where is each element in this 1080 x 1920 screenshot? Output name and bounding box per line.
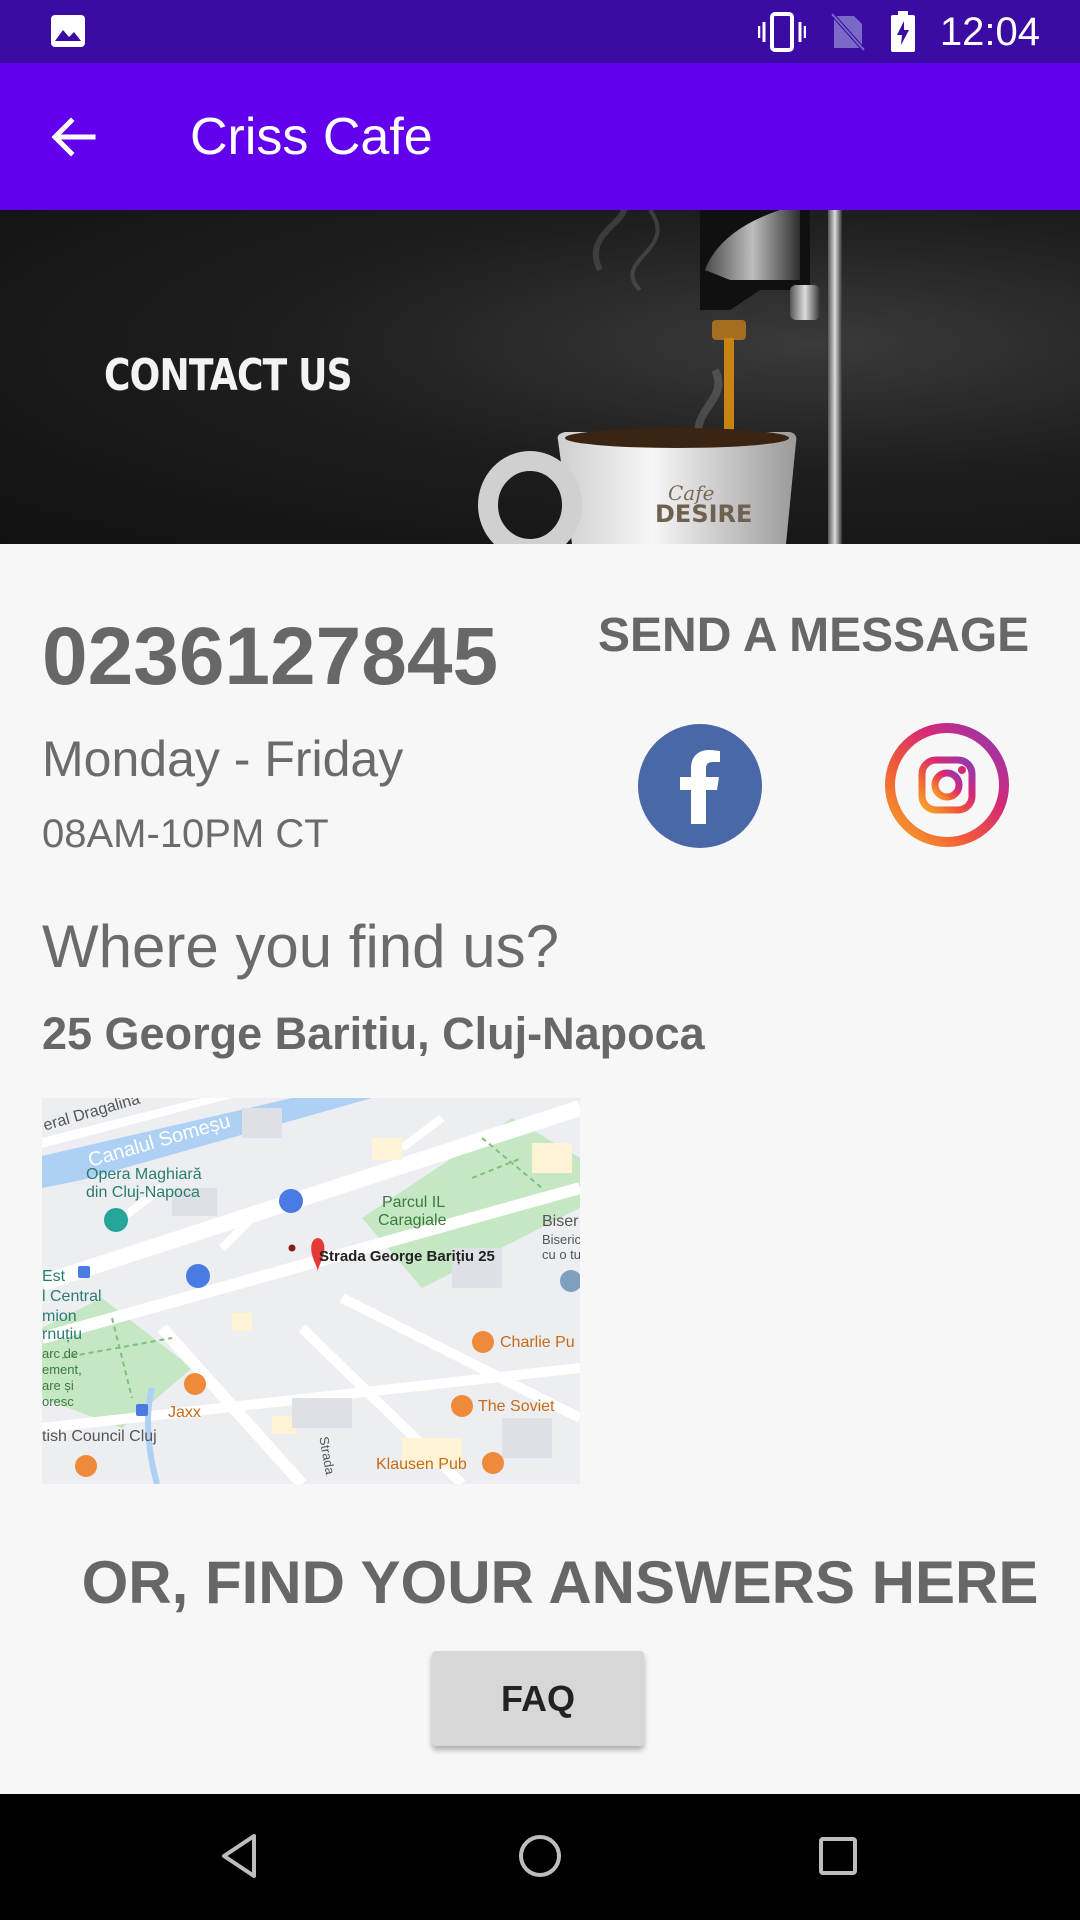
faq-button[interactable]: FAQ: [432, 1651, 644, 1746]
map-label: Caragiale: [378, 1212, 447, 1229]
battery-charging-icon: [890, 11, 915, 52]
map-pin-label: Strada George Barițiu 25: [319, 1248, 495, 1265]
map-label: mion: [42, 1308, 77, 1325]
map-label: Parcul IL: [382, 1194, 446, 1211]
address: 25 George Baritiu, Cluj-Napoca: [42, 1008, 705, 1059]
page-title: Criss Cafe: [190, 108, 433, 166]
map-label: din Cluj-Napoca: [86, 1184, 200, 1201]
nav-home-icon[interactable]: [510, 1826, 570, 1886]
map-label: ement,: [42, 1362, 82, 1377]
map-label: Jaxx: [168, 1404, 201, 1421]
opening-hours: 08AM-10PM CT: [42, 812, 329, 856]
status-time: 12:04: [939, 9, 1040, 54]
no-sim-icon: [830, 12, 866, 52]
map-label: are și: [42, 1378, 74, 1393]
map-label: Biser: [542, 1213, 579, 1230]
map-label: Opera Maghiară: [86, 1166, 202, 1183]
status-bar: 12:04: [0, 0, 1080, 63]
location-map[interactable]: eral Dragalina Canalul Someșu Opera Magh…: [42, 1098, 580, 1484]
map-label: The Soviet: [478, 1398, 555, 1415]
app-bar: Criss Cafe: [0, 63, 1080, 210]
system-nav-bar: [0, 1794, 1080, 1920]
map-label: arc de: [42, 1346, 79, 1361]
faq-heading: OR, FIND YOUR ANSWERS HERE: [81, 1549, 1039, 1616]
opening-days: Monday - Friday: [42, 731, 404, 787]
instagram-icon[interactable]: [884, 722, 1010, 848]
nav-back-icon[interactable]: [210, 1826, 270, 1886]
send-message-heading: SEND A MESSAGE: [598, 609, 1030, 662]
map-label: Biseric: [542, 1232, 580, 1247]
map-label: l Central: [42, 1288, 102, 1305]
cup-brand-desire: DESIRE: [655, 500, 752, 528]
vibrate-icon: [757, 12, 806, 52]
facebook-icon[interactable]: [638, 724, 762, 848]
arrow-back-icon[interactable]: [45, 109, 101, 165]
contact-banner: Cafe DESIRE CONTACT US: [0, 210, 1080, 544]
image-icon: [51, 15, 85, 47]
map-label: rnuțiu: [42, 1326, 83, 1343]
map-label: tish Council Cluj: [42, 1428, 157, 1445]
location-heading: Where you find us?: [42, 913, 559, 980]
nav-recents-icon[interactable]: [808, 1826, 868, 1886]
map-label: Charlie Pu: [500, 1334, 575, 1351]
banner-heading: CONTACT US: [104, 350, 353, 401]
map-label: cu o tu: [542, 1247, 580, 1262]
map-label: oresc: [42, 1394, 74, 1409]
phone-number[interactable]: 0236127845: [42, 610, 498, 704]
map-label: Klausen Pub: [376, 1456, 467, 1473]
map-label: Est: [42, 1268, 66, 1285]
